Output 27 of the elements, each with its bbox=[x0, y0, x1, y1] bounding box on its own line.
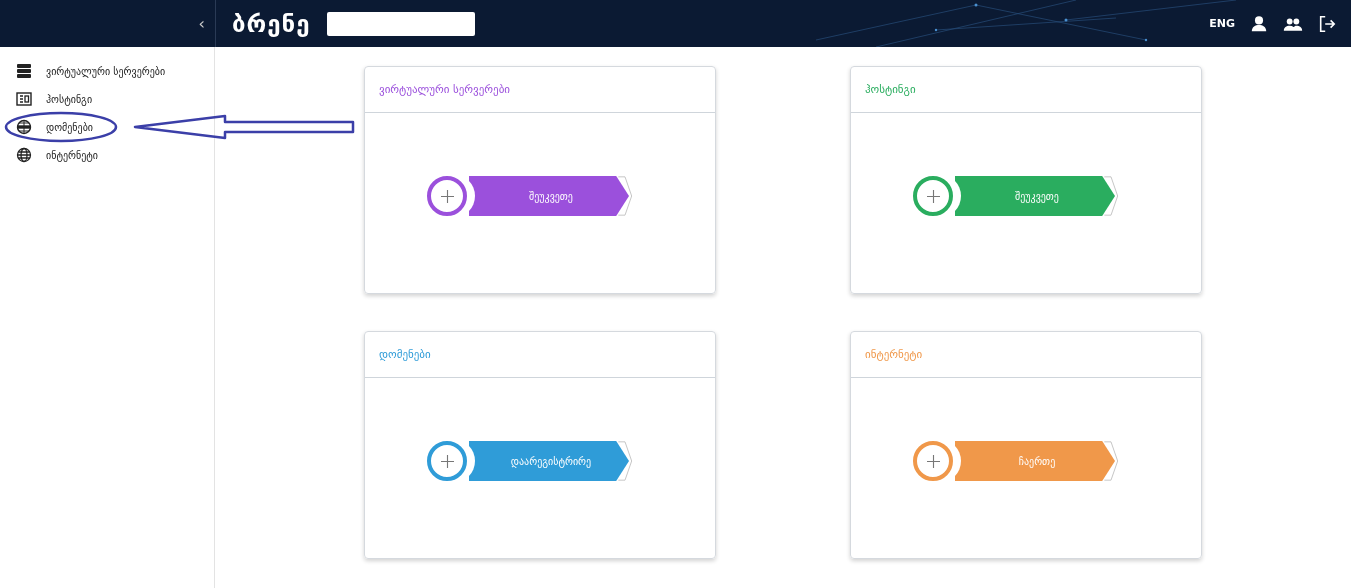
language-label: ENG bbox=[1209, 17, 1235, 30]
card-title: ინტერნეტი bbox=[865, 348, 923, 361]
collapse-sidebar-button[interactable]: ‹ bbox=[190, 14, 213, 33]
globe-icon bbox=[16, 119, 32, 135]
plus-icon bbox=[440, 454, 454, 468]
card-title: ვირტუალური სერვერები bbox=[379, 83, 511, 96]
server-stack-icon bbox=[16, 63, 32, 79]
plus-icon bbox=[926, 454, 940, 468]
chevron-icon bbox=[617, 176, 633, 216]
chevron-icon bbox=[617, 441, 633, 481]
panel-icon bbox=[16, 91, 32, 107]
plus-icon bbox=[440, 189, 454, 203]
sidebar-item[interactable]: ინტერნეტი bbox=[0, 141, 98, 169]
card-title: დომენები bbox=[379, 348, 431, 361]
sidebar-item[interactable]: დომენები bbox=[0, 113, 93, 141]
search-field[interactable] bbox=[326, 11, 475, 36]
action-button[interactable]: შეუკვეთე bbox=[469, 176, 629, 216]
user-icon[interactable] bbox=[1249, 14, 1269, 33]
sidebar-item[interactable]: ვირტუალური სერვერები bbox=[0, 57, 166, 85]
chevron-icon bbox=[1103, 176, 1119, 216]
logo[interactable]: ბრენე bbox=[232, 9, 311, 38]
card-title: ჰოსტინგი bbox=[865, 83, 916, 96]
chevron-icon bbox=[1103, 441, 1119, 481]
logout-icon[interactable] bbox=[1317, 14, 1337, 33]
globe-icon bbox=[16, 147, 32, 163]
sidebar-item[interactable]: ჰოსტინგი bbox=[0, 85, 93, 113]
plus-icon bbox=[926, 189, 940, 203]
